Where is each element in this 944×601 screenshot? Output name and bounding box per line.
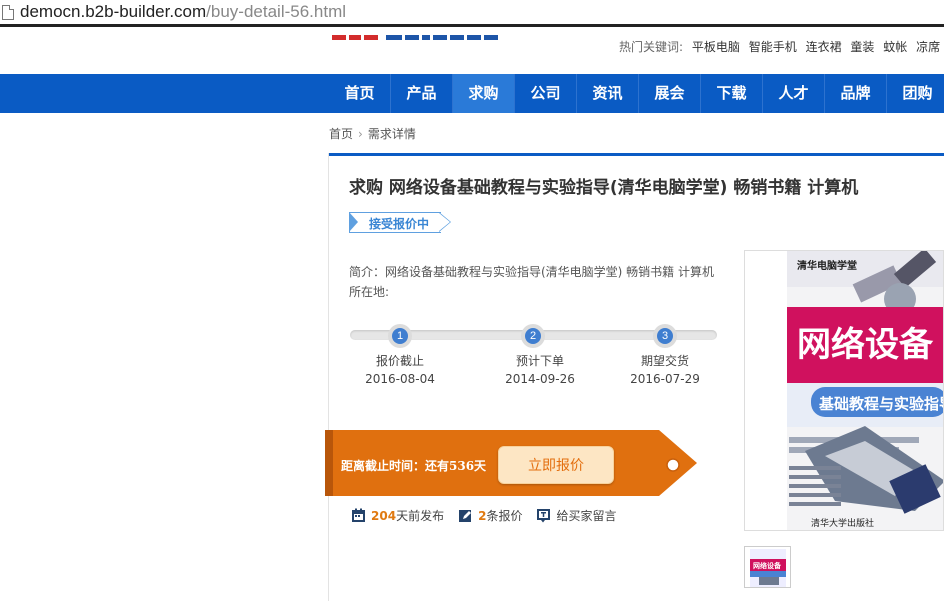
countdown-text: 距离截止时间：还有536天: [341, 459, 487, 473]
url-host: democn.b2b-builder.com: [20, 2, 207, 21]
chevron-right-icon: ›: [358, 127, 363, 141]
cover-subtitle: 基础教程与实验指导: [818, 395, 944, 413]
url-path: /buy-detail-56.html: [206, 2, 347, 21]
thumbnail-image: 网络设备: [745, 547, 790, 587]
quote-now-button[interactable]: 立即报价: [498, 446, 614, 484]
site-logo[interactable]: [332, 30, 552, 40]
countdown-ribbon: 距离截止时间：还有536天 立即报价: [325, 430, 697, 496]
hotword-link[interactable]: 连衣裙: [806, 40, 842, 54]
progress-step: 3: [653, 324, 677, 348]
content-left-border: [328, 153, 329, 601]
main-nav: 首页 产品 求购 公司 资讯 展会 下载 人才 品牌 团购: [0, 74, 944, 113]
location-text: 所在地:: [349, 285, 390, 299]
nav-item-company[interactable]: 公司: [515, 74, 577, 113]
nav-item-download[interactable]: 下载: [701, 74, 763, 113]
page-icon: [2, 4, 14, 20]
edit-icon: [459, 510, 472, 522]
hotword-link[interactable]: 凉席: [916, 40, 940, 54]
product-image[interactable]: 清华电脑学堂 网络设备 基础教程与实验指导 清华大学出版社: [744, 250, 944, 531]
nav-item-brand[interactable]: 品牌: [825, 74, 887, 113]
nav-item-buy[interactable]: 求购: [453, 74, 515, 113]
book-cover: 清华电脑学堂 网络设备 基础教程与实验指导 清华大学出版社: [787, 251, 944, 530]
intro-block: 简介：网络设备基础教程与实验指导(清华电脑学堂) 畅销书籍 计算机 所在地:: [349, 262, 714, 302]
stats-bar: 204 天前发布 2 条报价 给买家留言: [351, 507, 630, 524]
hotword-link[interactable]: 平板电脑: [692, 40, 740, 54]
hotword-link[interactable]: 蚊帐: [883, 40, 907, 54]
product-thumbnail[interactable]: 网络设备: [744, 546, 791, 588]
quote-count: 2 条报价: [458, 507, 522, 524]
status-badge: 接受报价中: [349, 212, 453, 233]
hotwords-label: 热门关键词:: [619, 40, 684, 54]
message-icon: [537, 509, 551, 523]
step-label: 期望交货: [640, 354, 689, 368]
step-date: 2016-08-04: [365, 372, 435, 386]
progress-step: 2: [521, 324, 545, 348]
cover-publisher: 清华大学出版社: [811, 517, 874, 529]
nav-item-group[interactable]: 团购: [887, 74, 944, 113]
content-top-border: [329, 153, 944, 156]
breadcrumb-current: 需求详情: [367, 127, 416, 141]
nav-item-expo[interactable]: 展会: [639, 74, 701, 113]
step-date: 2014-09-26: [505, 372, 575, 386]
step-label: 预计下单: [515, 354, 564, 368]
hotword-link[interactable]: 智能手机: [749, 40, 797, 54]
breadcrumb-home[interactable]: 首页: [329, 127, 353, 141]
thumb-title: 网络设备: [753, 561, 782, 570]
posted-days: 204 天前发布: [351, 507, 444, 524]
hotword-link[interactable]: 童装: [850, 40, 874, 54]
progress-step: 1: [388, 324, 412, 348]
cover-series: 清华电脑学堂: [797, 259, 857, 272]
hot-keywords: 热门关键词: 平板电脑 智能手机 连衣裙 童装 蚊帐 凉席: [619, 38, 940, 55]
nav-item-products[interactable]: 产品: [391, 74, 453, 113]
page-title: 求购 网络设备基础教程与实验指导(清华电脑学堂) 畅销书籍 计算机: [349, 178, 859, 198]
nav-item-jobs[interactable]: 人才: [763, 74, 825, 113]
breadcrumb: 首页 › 需求详情: [329, 125, 416, 142]
cover-title: 网络设备: [797, 325, 934, 365]
message-buyer-link[interactable]: 给买家留言: [536, 507, 616, 524]
address-bar[interactable]: democn.b2b-builder.com/buy-detail-56.htm…: [0, 0, 944, 27]
intro-text: 简介：网络设备基础教程与实验指导(清华电脑学堂) 畅销书籍 计算机: [349, 265, 714, 279]
nav-item-home[interactable]: 首页: [329, 74, 391, 113]
step-date: 2016-07-29: [630, 372, 700, 386]
status-badge-label: 接受报价中: [369, 217, 430, 231]
nav-item-news[interactable]: 资讯: [577, 74, 639, 113]
step-label: 报价截止: [375, 354, 424, 368]
calendar-icon: [352, 508, 365, 522]
